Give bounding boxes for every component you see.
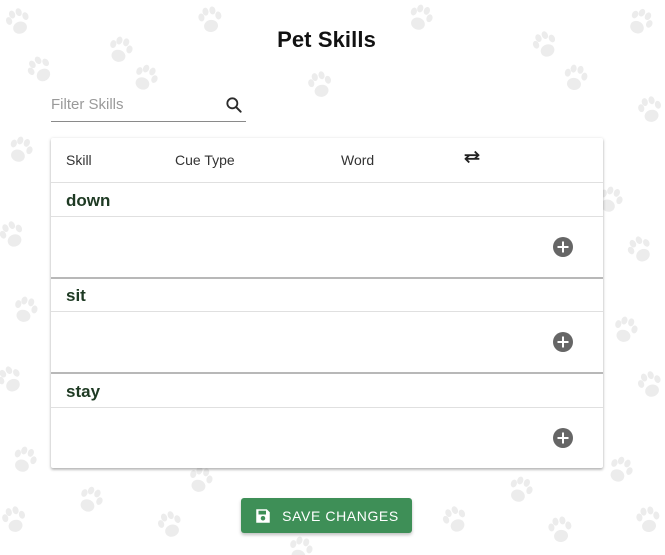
add-circle-icon[interactable] — [552, 236, 574, 258]
skill-group-header: down — [51, 183, 603, 217]
skills-table: Skill Cue Type Word down sit stay — [51, 138, 603, 468]
column-header-word: Word — [341, 152, 375, 168]
skill-group-sit: sit — [51, 278, 603, 374]
pet-skills-page: Pet Skills Skill Cue Type Word down — [0, 0, 665, 555]
filter-skills-input[interactable] — [51, 91, 211, 117]
save-icon — [256, 508, 270, 523]
skill-group-body — [51, 312, 603, 374]
filter-field[interactable] — [51, 91, 246, 122]
search-icon[interactable] — [224, 95, 244, 115]
skill-name: sit — [66, 286, 86, 305]
save-changes-label: SAVE CHANGES — [282, 507, 399, 524]
skill-name: stay — [66, 382, 101, 401]
skill-group-down: down — [51, 183, 603, 279]
skill-group-header: sit — [51, 278, 603, 312]
column-header-skill: Skill — [66, 152, 92, 168]
skill-group-body — [51, 217, 603, 279]
add-circle-icon[interactable] — [552, 331, 574, 353]
add-circle-icon[interactable] — [552, 427, 574, 449]
swap-icon[interactable] — [461, 147, 483, 167]
skill-group-stay: stay — [51, 374, 603, 468]
skill-group-body — [51, 408, 603, 468]
skill-name: down — [66, 191, 111, 210]
skill-group-header: stay — [51, 374, 603, 408]
table-header: Skill Cue Type Word — [51, 138, 603, 183]
column-header-cue-type: Cue Type — [175, 152, 235, 168]
page-title: Pet Skills — [277, 27, 376, 52]
save-changes-button[interactable]: SAVE CHANGES — [241, 498, 412, 533]
